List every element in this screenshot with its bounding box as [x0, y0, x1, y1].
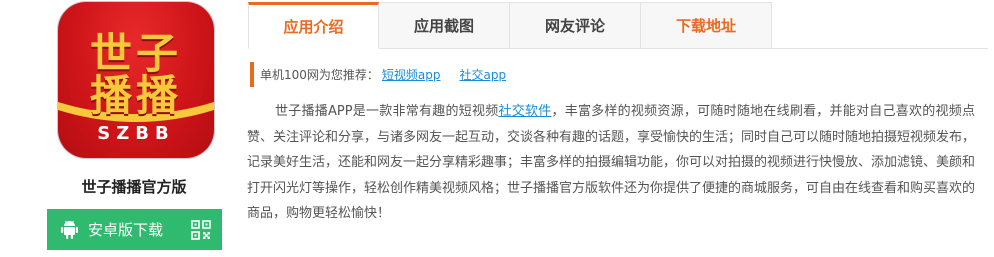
app-name: 世子播播官方版	[81, 178, 187, 196]
description-text-2: ，丰富多样的视频资源，可随时随地在线刷看，并能对自己喜欢的视频点赞、关注评论和分…	[247, 104, 976, 222]
recommend-link-social[interactable]: 社交app	[460, 66, 507, 83]
tab-bar: 应用介绍 应用截图 网友评论 下载地址	[248, 2, 772, 49]
android-icon	[61, 220, 78, 239]
description-text-1: 世子播播APP是一款非常有趣的短视频	[275, 104, 499, 119]
recommend-accent-bar	[250, 62, 254, 87]
tab-app-intro[interactable]: 应用介绍	[248, 2, 379, 49]
download-button-label: 安卓版下载	[88, 221, 164, 239]
app-icon: 世子 播播 SZBB	[58, 2, 214, 158]
qr-code-icon	[190, 219, 211, 240]
app-description: 世子播播APP是一款非常有趣的短视频社交软件，丰富多样的视频资源，可随时随地在线…	[247, 99, 975, 227]
android-download-button[interactable]: 安卓版下载	[47, 209, 179, 250]
download-bar: 安卓版下载	[47, 209, 222, 250]
description-link-social-software[interactable]: 社交软件	[498, 104, 551, 119]
recommend-link-short-video[interactable]: 短视频app	[382, 66, 441, 83]
tab-screenshots[interactable]: 应用截图	[379, 2, 510, 49]
tab-download-links[interactable]: 下载地址	[641, 2, 772, 49]
app-icon-letters: SZBB	[97, 123, 175, 144]
qr-code-button[interactable]	[179, 209, 222, 250]
app-icon-text-top: 世子	[89, 29, 182, 78]
tab-user-reviews[interactable]: 网友评论	[510, 2, 641, 49]
app-icon-text-bottom: 播播	[89, 71, 182, 120]
recommend-row: 单机100网为您推荐： 短视频app 社交app	[250, 62, 522, 87]
recommend-prefix: 单机100网为您推荐：	[260, 68, 379, 82]
